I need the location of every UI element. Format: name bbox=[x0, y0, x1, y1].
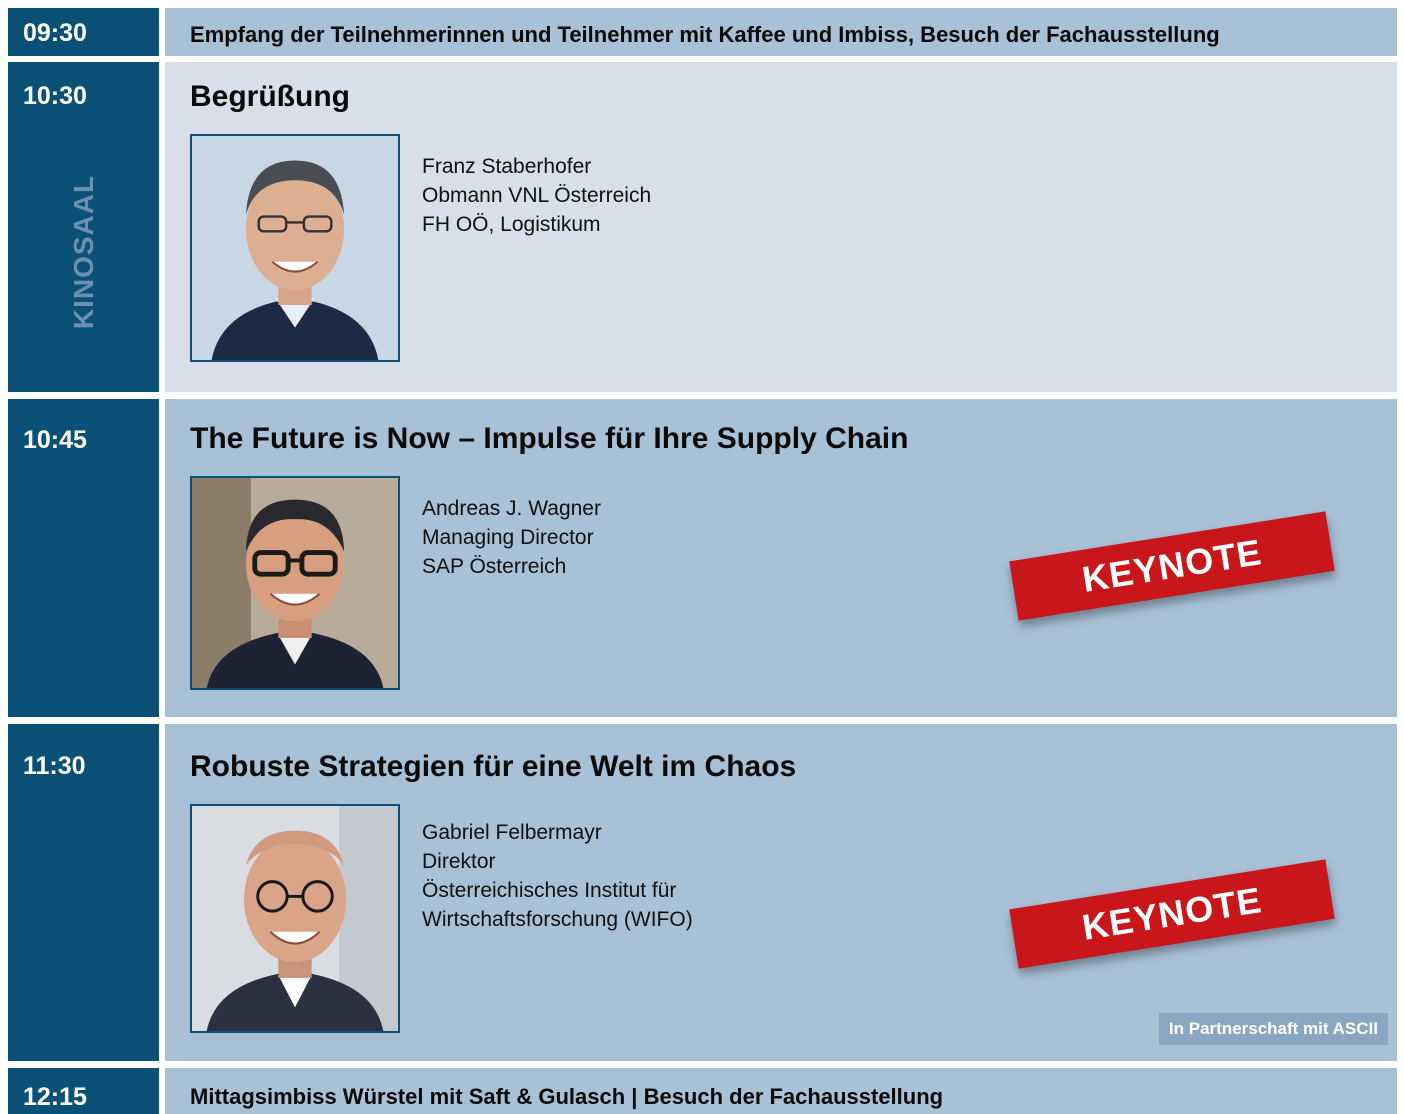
time-label: 11:30 bbox=[23, 752, 86, 780]
keynote-label: KEYNOTE bbox=[1079, 531, 1265, 600]
arrival-text: Empfang der Teilnehmerinnen und Teilnehm… bbox=[190, 22, 1220, 47]
speaker-org: FH OÖ, Logistikum bbox=[422, 213, 601, 236]
portrait-icon bbox=[192, 136, 398, 360]
agenda-row-1130: 11:30 Robuste Strategien für eine Welt i… bbox=[8, 724, 1397, 1061]
speaker-photo-icon bbox=[190, 134, 400, 362]
time-cell: 10:45 bbox=[8, 399, 159, 717]
time-label: 12:15 bbox=[23, 1083, 87, 1111]
session-card: Begrüßung Franz Staberhofer Obmann VNL Ö… bbox=[165, 62, 1397, 392]
speaker-photo-icon bbox=[190, 804, 400, 1033]
speaker-info: Andreas J. Wagner Managing Director SAP … bbox=[422, 494, 601, 581]
agenda-row-1030: 10:30 KINOSAAL Begrüßung Franz Staberhof… bbox=[8, 62, 1397, 392]
arrival-banner: Empfang der Teilnehmerinnen und Teilnehm… bbox=[165, 8, 1397, 56]
speaker-info: Gabriel Felbermayr Direktor Österreichis… bbox=[422, 818, 693, 934]
speaker-role: Obmann VNL Österreich bbox=[422, 184, 652, 207]
speaker-info: Franz Staberhofer Obmann VNL Österreich … bbox=[422, 152, 651, 239]
speaker-org-cont: Wirtschaftsforschung (WIFO) bbox=[422, 908, 693, 931]
agenda-row-1215: 12:15 Mittagsimbiss Würstel mit Saft & G… bbox=[8, 1068, 1397, 1114]
session-card: Robuste Strategien für eine Welt im Chao… bbox=[165, 724, 1397, 1061]
keynote-label: KEYNOTE bbox=[1079, 879, 1265, 948]
time-label: 09:30 bbox=[23, 19, 87, 47]
time-label: 10:30 bbox=[23, 82, 87, 110]
partner-note: In Partnerschaft mit ASCII bbox=[1158, 1013, 1388, 1045]
speaker-org: Österreichisches Institut für bbox=[422, 879, 677, 902]
session-title: The Future is Now – Impulse für Ihre Sup… bbox=[190, 422, 909, 455]
keynote-badge: KEYNOTE bbox=[1009, 511, 1335, 621]
keynote-badge: KEYNOTE bbox=[1009, 859, 1335, 969]
room-label: KINOSAAL bbox=[67, 174, 99, 330]
portrait-icon bbox=[192, 478, 398, 688]
speaker-role: Managing Director bbox=[422, 526, 594, 549]
speaker-org: SAP Österreich bbox=[422, 555, 567, 578]
session-title: Begrüßung bbox=[190, 80, 350, 113]
time-cell: 12:15 bbox=[8, 1068, 159, 1114]
agenda-row-1045: 10:45 The Future is Now – Impulse für Ih… bbox=[8, 399, 1397, 717]
time-cell: 11:30 bbox=[8, 724, 159, 1061]
speaker-name: Gabriel Felbermayr bbox=[422, 821, 602, 844]
time-label: 10:45 bbox=[23, 426, 87, 454]
session-title: Robuste Strategien für eine Welt im Chao… bbox=[190, 750, 797, 783]
lunch-text: Mittagsimbiss Würstel mit Saft & Gulasch… bbox=[190, 1084, 944, 1109]
time-cell: 09:30 bbox=[8, 8, 159, 56]
lunch-banner: Mittagsimbiss Würstel mit Saft & Gulasch… bbox=[165, 1068, 1397, 1114]
time-cell: 10:30 KINOSAAL bbox=[8, 62, 159, 392]
portrait-icon bbox=[192, 806, 398, 1031]
speaker-role: Direktor bbox=[422, 850, 496, 873]
speaker-name: Andreas J. Wagner bbox=[422, 497, 601, 520]
session-card: The Future is Now – Impulse für Ihre Sup… bbox=[165, 399, 1397, 717]
speaker-photo-icon bbox=[190, 476, 400, 690]
agenda-row-0930: 09:30 Empfang der Teilnehmerinnen und Te… bbox=[8, 8, 1397, 56]
speaker-name: Franz Staberhofer bbox=[422, 155, 592, 178]
